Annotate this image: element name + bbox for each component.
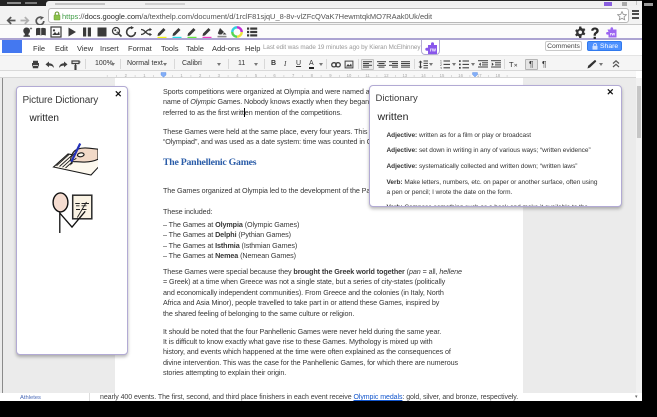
svg-text:3: 3: [440, 66, 442, 69]
svg-text:rw: rw: [430, 48, 436, 54]
svg-text:rw: rw: [610, 31, 616, 36]
